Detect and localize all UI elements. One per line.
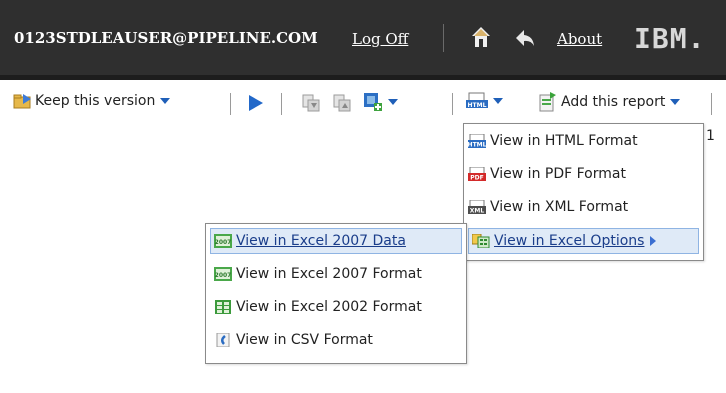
menu-item-label: View in XML Format xyxy=(490,199,629,215)
excel-options-icon xyxy=(472,234,490,248)
menu-item-xml-format[interactable]: XML View in XML Format xyxy=(468,195,628,219)
page-number-text: 1 xyxy=(706,128,715,144)
drill-down-icon[interactable] xyxy=(301,93,321,113)
excel-options-submenu: 2007 View in Excel 2007 Data 2007 View i… xyxy=(205,223,467,364)
back-arrow-icon[interactable] xyxy=(514,28,536,48)
csv-icon xyxy=(216,333,230,347)
menu-item-excel-2002-format[interactable]: View in Excel 2002 Format xyxy=(210,295,422,319)
ibm-logo: IBM. xyxy=(634,22,706,55)
toolbar-divider xyxy=(711,93,712,115)
chevron-right-icon xyxy=(650,236,657,246)
menu-item-label: View in Excel Options xyxy=(494,233,645,249)
menu-item-excel-2007-data[interactable]: 2007 View in Excel 2007 Data xyxy=(210,228,462,254)
add-report-label: Add this report xyxy=(561,94,666,110)
view-format-menu: HTML View in HTML Format PDF View in PDF… xyxy=(463,123,704,261)
menu-item-label: View in Excel 2002 Format xyxy=(236,299,422,315)
menu-item-label: View in PDF Format xyxy=(490,166,626,182)
svg-text:PDF: PDF xyxy=(470,175,483,182)
html-icon: HTML xyxy=(468,134,486,148)
excel-2002-icon xyxy=(215,300,231,314)
chevron-down-icon[interactable] xyxy=(160,98,171,104)
svg-text:HTML: HTML xyxy=(468,102,487,109)
toolbar: Keep this version HTML Add this report xyxy=(0,80,726,126)
menu-item-csv-format[interactable]: View in CSV Format xyxy=(210,328,373,352)
related-links-button[interactable] xyxy=(363,92,398,112)
home-icon[interactable] xyxy=(471,26,491,48)
keep-version-button[interactable]: Keep this version xyxy=(13,92,171,110)
header-divider xyxy=(443,24,444,52)
menu-item-pdf-format[interactable]: PDF View in PDF Format xyxy=(468,162,626,186)
svg-text:HTML: HTML xyxy=(468,142,486,149)
toolbar-divider xyxy=(230,93,231,115)
html-format-icon: HTML xyxy=(466,92,488,109)
excel-2007-icon: 2007 xyxy=(214,267,232,281)
chevron-down-icon[interactable] xyxy=(670,99,681,105)
svg-text:2007: 2007 xyxy=(215,239,232,246)
toolbar-divider xyxy=(452,93,453,115)
view-format-button[interactable]: HTML xyxy=(466,92,503,110)
about-link[interactable]: About xyxy=(557,30,602,48)
menu-item-label: View in Excel 2007 Data xyxy=(236,233,406,249)
related-links-icon xyxy=(364,93,382,111)
pdf-icon: PDF xyxy=(468,167,486,181)
keep-version-label: Keep this version xyxy=(35,93,156,109)
drill-up-icon[interactable] xyxy=(332,93,352,113)
add-report-button[interactable]: Add this report xyxy=(537,92,681,112)
menu-item-label: View in Excel 2007 Format xyxy=(236,266,422,282)
menu-item-excel-options[interactable]: View in Excel Options xyxy=(468,228,699,254)
toolbar-divider xyxy=(281,93,282,115)
chevron-down-icon[interactable] xyxy=(493,98,503,104)
excel-2007-icon: 2007 xyxy=(214,234,232,248)
menu-item-html-format[interactable]: HTML View in HTML Format xyxy=(468,129,638,153)
svg-text:XML: XML xyxy=(470,208,485,215)
xml-icon: XML xyxy=(468,200,486,214)
header-bar: 0123STDLEAUSER@PIPELINE.COM Log Off Abou… xyxy=(0,0,726,80)
menu-item-label: View in HTML Format xyxy=(490,133,638,149)
run-icon[interactable] xyxy=(246,94,264,112)
log-off-link[interactable]: Log Off xyxy=(352,30,408,48)
svg-text:2007: 2007 xyxy=(215,272,232,279)
chevron-down-icon[interactable] xyxy=(388,99,398,105)
keep-version-icon xyxy=(13,94,31,109)
menu-item-excel-2007-format[interactable]: 2007 View in Excel 2007 Format xyxy=(210,262,422,286)
add-report-icon xyxy=(539,92,556,112)
menu-item-label: View in CSV Format xyxy=(236,332,373,348)
user-email: 0123STDLEAUSER@PIPELINE.COM xyxy=(14,29,318,47)
